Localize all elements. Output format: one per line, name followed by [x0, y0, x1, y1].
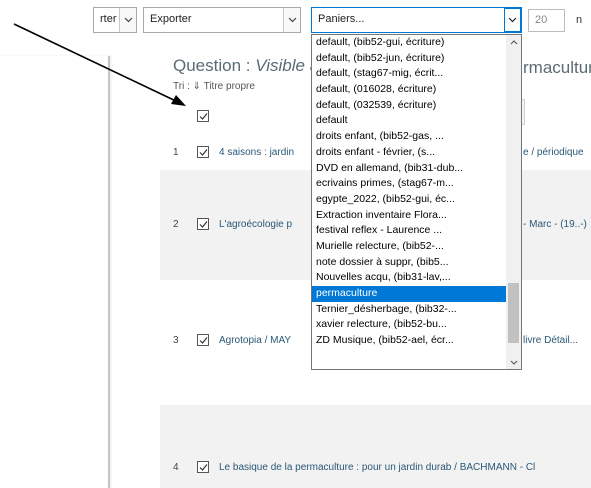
row-checkbox[interactable] [197, 461, 209, 473]
left-panel [0, 56, 110, 488]
sort-label[interactable]: Tri : ⇓ Titre propre [173, 81, 255, 92]
basket-option[interactable]: Murielle relecture, (bib52-... [312, 239, 507, 255]
scroll-down-icon[interactable] [506, 355, 521, 369]
check-icon [199, 337, 208, 344]
page-title: Question : Visible à [173, 56, 319, 76]
check-icon [199, 149, 208, 156]
row-title-link[interactable]: Agrotopia / MAY [219, 335, 291, 346]
basket-option[interactable]: droits enfant - février, (s... [312, 145, 507, 161]
row-title-link[interactable]: 4 saisons : jardin [219, 147, 294, 158]
scroll-up-icon[interactable] [506, 35, 521, 49]
row-title-fragment[interactable]: e / périodique [523, 147, 584, 158]
action-select-value: rter [100, 13, 117, 25]
question-italic: Visible à [255, 56, 320, 75]
export-select-value: Exporter [150, 13, 192, 25]
basket-option[interactable]: festival reflex - Laurence ... [312, 223, 507, 239]
row-title-link[interactable]: L'agroécologie p [219, 219, 292, 230]
scroll-thumb[interactable] [508, 283, 519, 343]
check-icon [199, 221, 208, 228]
basket-option[interactable]: default, (016028, écriture) [312, 82, 507, 98]
row-number: 2 [173, 219, 179, 230]
table-row-band [160, 405, 591, 488]
basket-option[interactable]: default, (bib52-jun, écriture) [312, 51, 507, 67]
action-select[interactable]: rter [93, 7, 137, 33]
row-number: 3 [173, 335, 179, 346]
per-page-suffix: n [576, 14, 583, 26]
basket-option[interactable]: note dossier à suppr, (bib5... [312, 255, 507, 271]
check-icon [199, 464, 208, 471]
basket-options: default, (bib52-gui, écriture) default, … [312, 35, 507, 349]
basket-option[interactable]: egypte_2022, (bib52-gui, éc... [312, 192, 507, 208]
basket-select-value: Paniers... [318, 13, 365, 25]
row-title-fragment[interactable]: - Marc - (19..-) [523, 219, 587, 230]
basket-option[interactable]: ZD Musique, (bib52-ael, écr... [312, 333, 507, 349]
export-select[interactable]: Exporter [143, 7, 301, 33]
chevron-down-icon [283, 8, 300, 32]
select-all-checkbox[interactable] [197, 110, 209, 122]
basket-dropdown-list[interactable]: default, (bib52-gui, écriture) default, … [311, 34, 522, 370]
basket-option[interactable]: droits enfant, (bib52-gas, ... [312, 129, 507, 145]
dropdown-scrollbar[interactable] [506, 35, 521, 369]
basket-option[interactable]: xavier relecture, (bib52-bu... [312, 317, 507, 333]
basket-option[interactable]: default, (stag67-mig, écrit... [312, 66, 507, 82]
basket-option[interactable]: DVD en allemand, (bib31-dub... [312, 161, 507, 177]
basket-option[interactable]: Extraction inventaire Flora... [312, 208, 507, 224]
row-number: 4 [173, 462, 179, 473]
per-page-input[interactable]: 20 [528, 9, 565, 32]
row-checkbox[interactable] [197, 218, 209, 230]
basket-option[interactable]: default [312, 113, 507, 129]
row-checkbox[interactable] [197, 146, 209, 158]
basket-option[interactable]: default, (bib52-gui, écriture) [312, 35, 507, 51]
basket-option[interactable]: Ternier_désherbage, (bib32-... [312, 302, 507, 318]
chevron-down-icon [504, 8, 521, 32]
basket-option[interactable]: default, (032539, écriture) [312, 98, 507, 114]
row-number: 1 [173, 147, 179, 158]
basket-option[interactable]: Nouvelles acqu, (bib31-lav,... [312, 270, 507, 286]
basket-option[interactable]: ecrivains primes, (stag67-m... [312, 176, 507, 192]
row-title-link[interactable]: Le basique de la permaculture : pour un … [219, 462, 535, 473]
catalog-page: rter Exporter Paniers... 20 n Question :… [0, 0, 591, 488]
question-right-fragment: rmacultur [523, 58, 591, 77]
basket-select[interactable]: Paniers... [311, 7, 522, 33]
chevron-down-icon [119, 8, 136, 32]
basket-option[interactable]: permaculture [312, 286, 507, 302]
check-icon [199, 113, 208, 120]
row-checkbox[interactable] [197, 334, 209, 346]
row-title-fragment[interactable]: livre Détail... [523, 335, 578, 346]
question-prefix: Question : [173, 56, 256, 75]
